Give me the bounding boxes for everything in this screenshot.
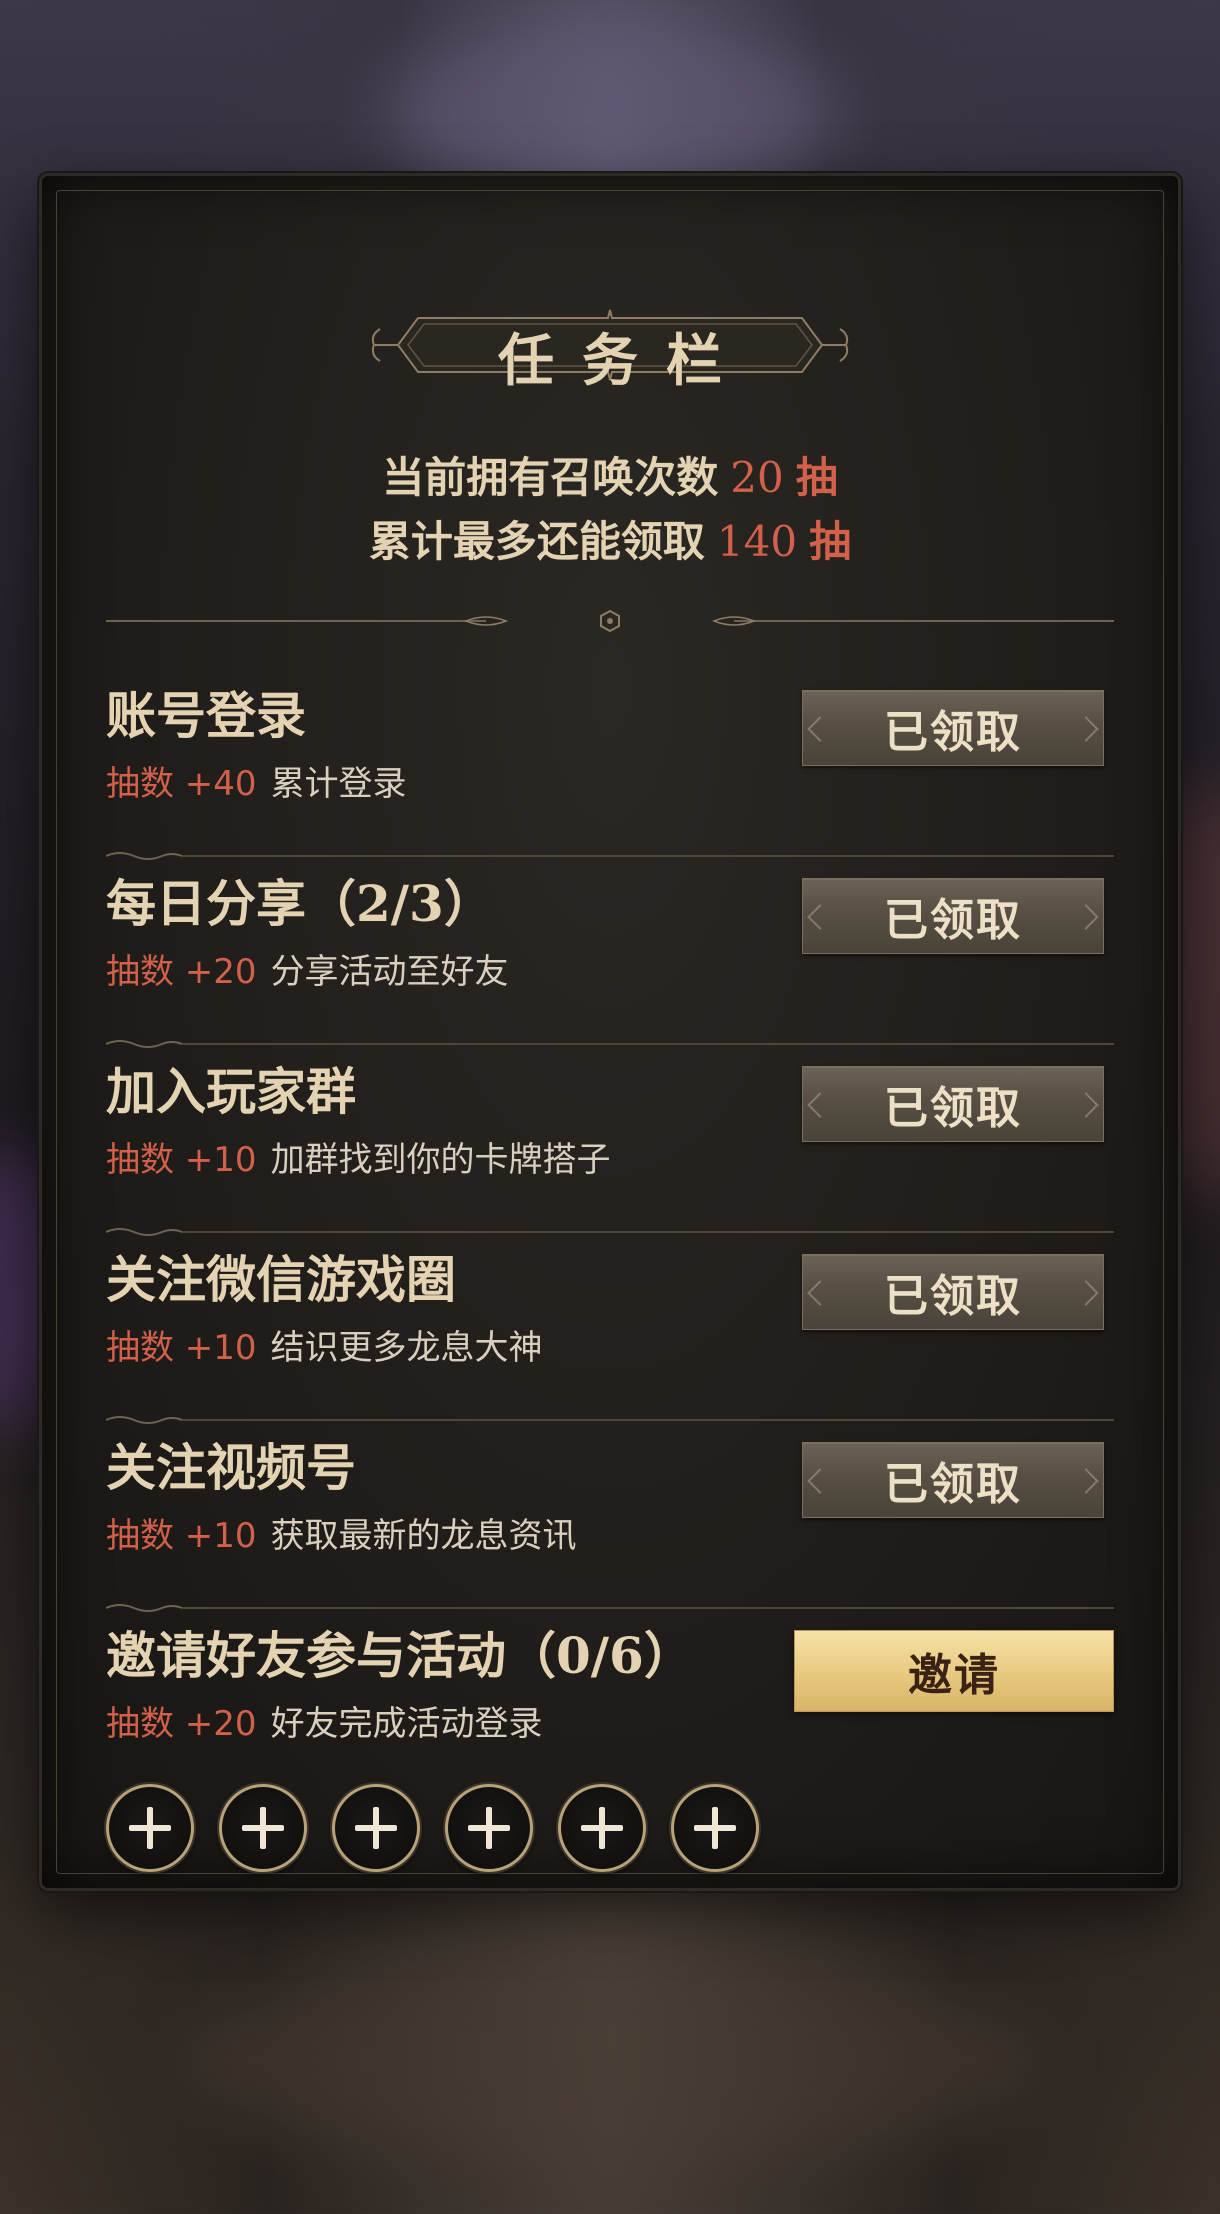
task-title: 关注微信游戏圈	[106, 1250, 456, 1309]
task-subtitle: 抽数 +10 加群找到你的卡牌搭子	[106, 1132, 611, 1181]
task-row: 加入玩家群 抽数 +10 加群找到你的卡牌搭子 已领取	[106, 1052, 1114, 1240]
task-row: 关注视频号 抽数 +10 获取最新的龙息资讯 已领取	[106, 1428, 1114, 1616]
chevron-right-icon	[1073, 1280, 1099, 1306]
claimed-button-label: 已领取	[884, 1083, 1022, 1134]
task-desc: 结识更多龙息大神	[270, 1328, 543, 1368]
row-divider	[106, 1040, 1114, 1048]
claimed-button[interactable]: 已领取	[802, 878, 1104, 954]
chevron-right-icon	[1073, 1468, 1099, 1494]
task-row: 关注微信游戏圈 抽数 +10 结识更多龙息大神 已领取	[106, 1240, 1114, 1428]
chevron-right-icon	[1073, 1092, 1099, 1118]
plus-icon	[260, 1807, 266, 1849]
task-desc: 获取最新的龙息资讯	[270, 1516, 577, 1556]
row-divider	[106, 1604, 1114, 1612]
task-reward: 抽数 +10	[106, 1516, 257, 1556]
chevron-left-icon	[807, 904, 833, 930]
plus-icon	[373, 1807, 379, 1849]
summon-count-value: 20	[730, 453, 784, 502]
invite-row: 邀请好友参与活动（0/6） 抽数 +20 好友完成活动登录 邀请	[106, 1616, 1114, 1886]
remaining-claim-value: 140	[716, 517, 798, 566]
task-subtitle: 抽数 +10 结识更多龙息大神	[106, 1320, 543, 1369]
task-desc: 分享活动至好友	[270, 952, 509, 992]
task-reward: 抽数 +10	[106, 1328, 257, 1368]
task-title: 加入玩家群	[106, 1062, 356, 1121]
chevron-left-icon	[807, 1280, 833, 1306]
claimed-button[interactable]: 已领取	[802, 690, 1104, 766]
task-row: 每日分享（2/3） 抽数 +20 分享活动至好友 已领取	[106, 864, 1114, 1052]
task-subtitle: 抽数 +40 累计登录	[106, 756, 407, 805]
invite-title: 邀请好友参与活动（0/6）	[106, 1626, 694, 1685]
claimed-button-label: 已领取	[884, 1271, 1022, 1322]
invite-reward: 抽数 +20	[106, 1704, 257, 1744]
task-reward: 抽数 +40	[106, 764, 257, 804]
invite-slots	[106, 1784, 784, 1872]
row-divider	[106, 1416, 1114, 1424]
plus-icon	[486, 1807, 492, 1849]
claimed-button[interactable]: 已领取	[802, 1442, 1104, 1518]
background-glow	[180, 1960, 1040, 2160]
row-divider	[106, 1228, 1114, 1236]
plus-icon	[599, 1807, 605, 1849]
add-friend-slot[interactable]	[106, 1784, 194, 1872]
invite-desc: 好友完成活动登录	[270, 1704, 543, 1744]
remaining-claim-line: 累计最多还能领取 140 抽	[42, 508, 1178, 569]
task-row: 账号登录 抽数 +40 累计登录 已领取	[106, 676, 1114, 864]
task-desc: 加群找到你的卡牌搭子	[270, 1140, 611, 1180]
claimed-button-label: 已领取	[884, 895, 1022, 946]
invite-subtitle: 抽数 +20 好友完成活动登录	[106, 1696, 543, 1745]
title-plate: 任务栏	[368, 288, 852, 402]
plus-icon	[712, 1807, 718, 1849]
chevron-left-icon	[807, 716, 833, 742]
task-subtitle: 抽数 +20 分享活动至好友	[106, 944, 509, 993]
add-friend-slot[interactable]	[332, 1784, 420, 1872]
chevron-right-icon	[1073, 716, 1099, 742]
invite-button[interactable]: 邀请	[794, 1630, 1114, 1712]
page-title: 任务栏	[498, 328, 750, 394]
chevron-right-icon	[1073, 904, 1099, 930]
plus-icon	[147, 1807, 153, 1849]
background-glow	[380, 20, 840, 200]
task-subtitle: 抽数 +10 获取最新的龙息资讯	[106, 1508, 577, 1557]
claimed-button-label: 已领取	[884, 707, 1022, 758]
add-friend-slot[interactable]	[671, 1784, 759, 1872]
task-desc: 累计登录	[270, 764, 407, 804]
task-title: 每日分享（2/3）	[106, 874, 494, 933]
summon-count-unit: 抽	[795, 453, 838, 502]
chevron-left-icon	[807, 1468, 833, 1494]
add-friend-slot[interactable]	[219, 1784, 307, 1872]
task-panel: 任务栏 当前拥有召唤次数 20 抽 累计最多还能领取 140 抽 账号登录 抽数 +40…	[42, 176, 1178, 1888]
task-title: 关注视频号	[106, 1438, 356, 1497]
claimed-button[interactable]: 已领取	[802, 1254, 1104, 1330]
chevron-left-icon	[807, 1092, 833, 1118]
remaining-claim-label: 累计最多还能领取	[368, 517, 705, 566]
task-title: 账号登录	[106, 686, 306, 745]
add-friend-slot[interactable]	[445, 1784, 533, 1872]
summon-count-line: 当前拥有召唤次数 20 抽	[42, 444, 1178, 505]
add-friend-slot[interactable]	[558, 1784, 646, 1872]
claimed-button-label: 已领取	[884, 1459, 1022, 1510]
claimed-button[interactable]: 已领取	[802, 1066, 1104, 1142]
remaining-claim-unit: 抽	[809, 517, 852, 566]
ornament-divider	[106, 609, 1114, 633]
row-divider	[106, 852, 1114, 860]
summon-count-label: 当前拥有召唤次数	[382, 453, 719, 502]
task-reward: 抽数 +20	[106, 952, 257, 992]
task-reward: 抽数 +10	[106, 1140, 257, 1180]
